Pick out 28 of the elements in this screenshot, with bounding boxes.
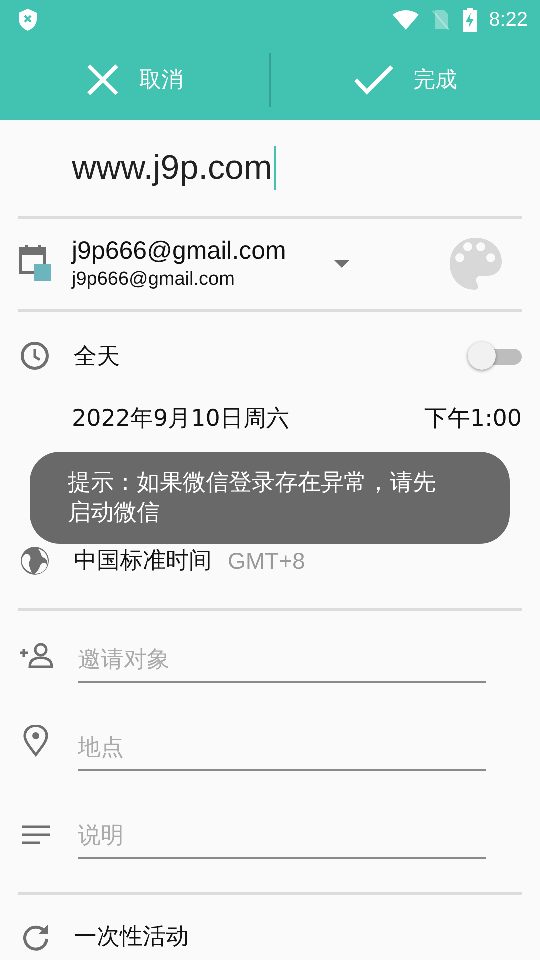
account-email: j9p666@gmail.com (72, 269, 236, 291)
start-time[interactable]: 下午1:00 (424, 402, 522, 434)
palette-icon[interactable] (448, 236, 504, 292)
calendar-icon (18, 245, 52, 283)
add-person-icon (18, 643, 54, 669)
clock-icon (20, 341, 50, 371)
input-field[interactable]: 说明 (78, 817, 486, 859)
all-day-switch[interactable] (468, 341, 522, 371)
clock-time: 8:22 (489, 8, 528, 32)
toast-message: 提示：如果微信登录存在异常，请先启动微信 (30, 452, 510, 544)
dropdown-icon[interactable] (334, 260, 350, 268)
account-name: j9p666@gmail.com (72, 237, 288, 266)
checkmark-icon (354, 64, 394, 96)
timezone-offset: GMT+8 (228, 550, 306, 572)
no-sim-icon (431, 9, 452, 31)
repeat-label[interactable]: 一次性活动 (74, 926, 189, 948)
title-field[interactable]: www.j9p.com (72, 146, 276, 190)
timezone-name[interactable]: 中国标准时间 (74, 550, 212, 572)
wifi-icon (393, 10, 420, 30)
input-field[interactable]: 地点 (78, 729, 486, 771)
start-date[interactable]: 2022年9月10日周六 (72, 402, 290, 434)
globe-icon (20, 546, 50, 576)
shield-icon (18, 8, 38, 32)
all-day-label: 全天 (74, 342, 120, 372)
repeat-icon (22, 923, 50, 951)
close-icon (86, 63, 120, 97)
battery-charging-icon (463, 8, 478, 32)
input-field[interactable]: 邀请对象 (78, 641, 486, 683)
